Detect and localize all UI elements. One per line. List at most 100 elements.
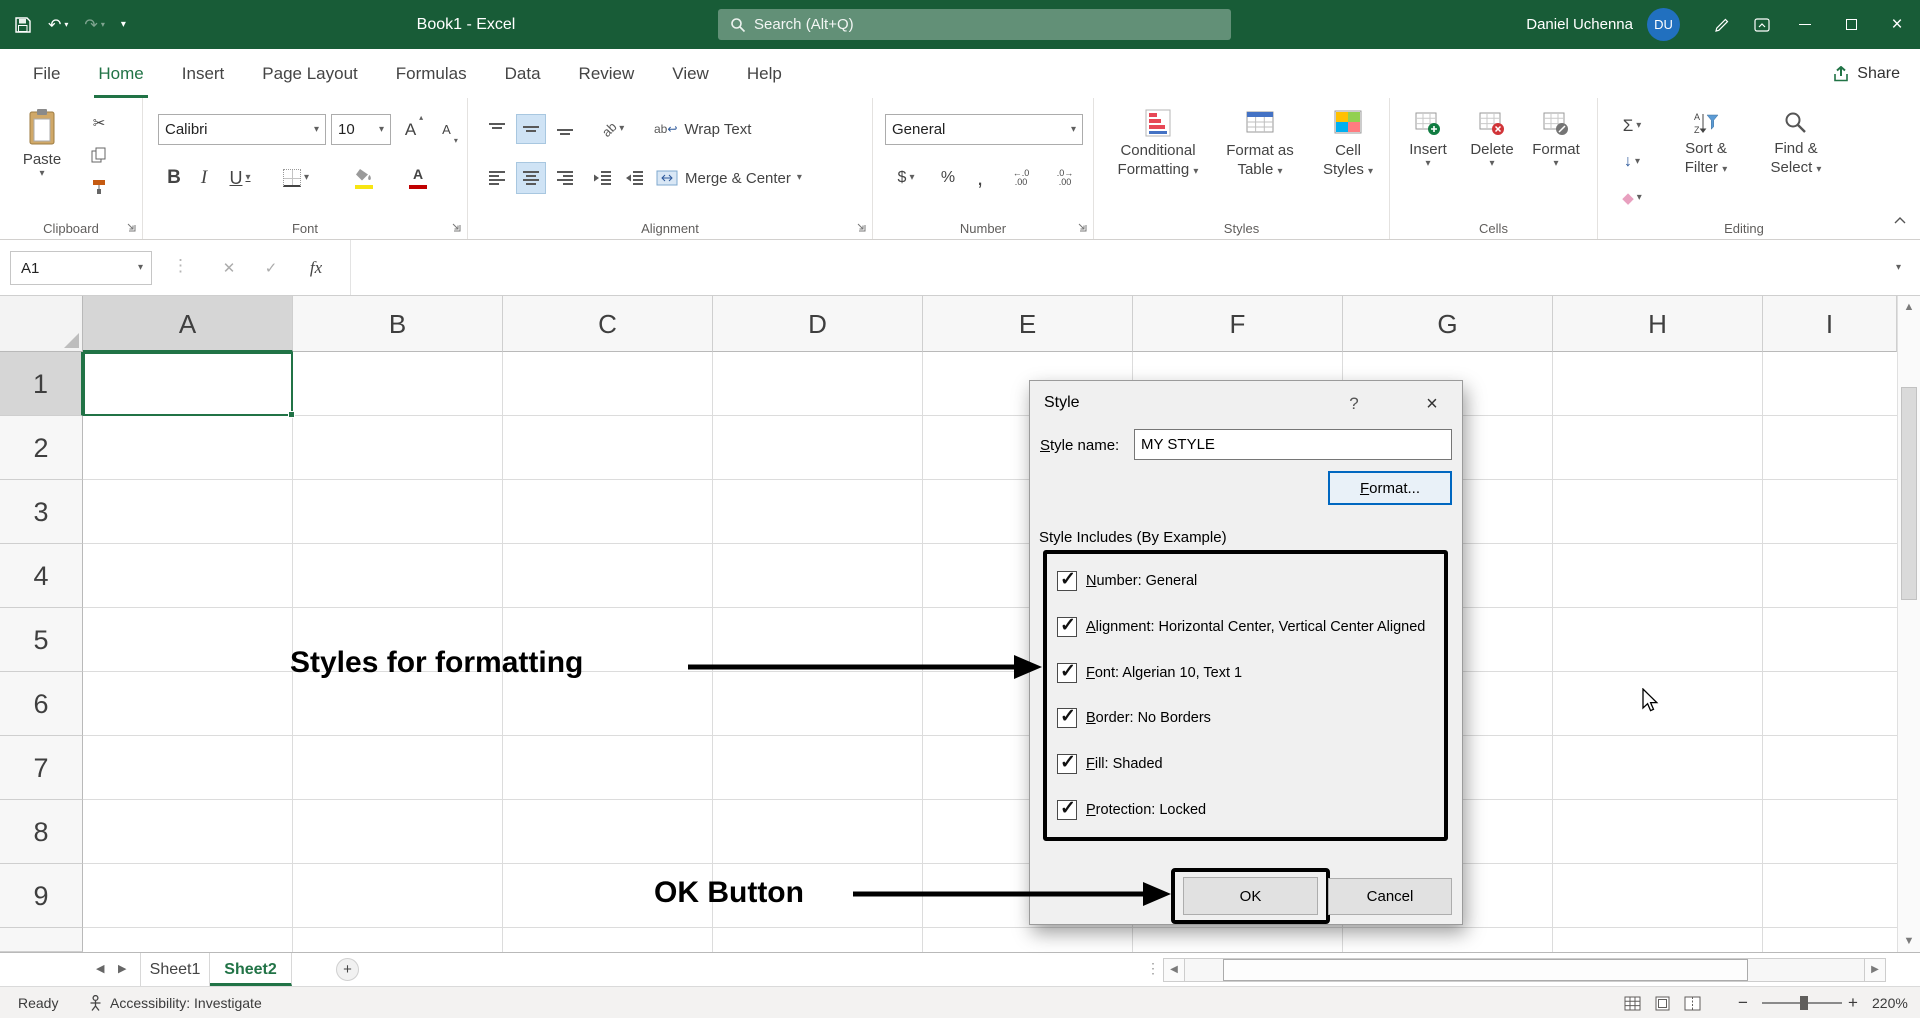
tab-home[interactable]: Home — [79, 49, 162, 98]
increase-indent-button[interactable] — [620, 162, 650, 194]
wrap-text-button[interactable]: ab↩Wrap Text — [654, 114, 751, 144]
ribbon-display-options-button[interactable] — [1742, 0, 1782, 49]
style-name-input[interactable] — [1134, 429, 1452, 460]
search-box[interactable] — [718, 9, 1231, 40]
format-as-table-button[interactable]: Format as Table ▾ — [1212, 108, 1308, 179]
scroll-right-button[interactable]: ▶ — [1864, 958, 1886, 982]
dialog-help-button[interactable]: ? — [1338, 389, 1370, 419]
sort-filter-button[interactable]: AZ Sort & Filter ▾ — [1668, 110, 1744, 177]
select-all-corner[interactable] — [0, 296, 83, 352]
tab-formulas[interactable]: Formulas — [377, 49, 486, 98]
page-layout-view-button[interactable] — [1648, 987, 1676, 1018]
delete-cells-button[interactable]: Delete ▾ — [1462, 110, 1522, 169]
format-cells-button[interactable]: Format ▾ — [1526, 110, 1586, 169]
zoom-slider-thumb[interactable] — [1800, 996, 1808, 1010]
row-header-5[interactable]: 5 — [0, 608, 83, 672]
vertical-scrollbar[interactable]: ▲ ▼ — [1897, 296, 1920, 952]
increase-font-size-button[interactable]: A▴ — [397, 114, 431, 145]
decrease-font-size-button[interactable]: A▾ — [433, 114, 467, 145]
protection-checkbox[interactable]: ✓ — [1057, 800, 1077, 820]
number-checkbox[interactable]: ✓ — [1057, 571, 1077, 591]
borders-button[interactable]: ▾ — [273, 162, 319, 194]
share-button[interactable]: Share — [1832, 49, 1900, 98]
find-select-button[interactable]: Find & Select ▾ — [1754, 110, 1838, 177]
align-left-button[interactable] — [482, 162, 512, 194]
tab-review[interactable]: Review — [560, 49, 654, 98]
tab-page-layout[interactable]: Page Layout — [243, 49, 376, 98]
clipboard-dialog-launcher[interactable] — [125, 220, 137, 232]
accounting-format-button[interactable]: $▾ — [887, 162, 925, 194]
insert-cells-button[interactable]: Insert ▾ — [1398, 110, 1458, 169]
row-header-4[interactable]: 4 — [0, 544, 83, 608]
minimize-button[interactable] — [1782, 0, 1828, 49]
fill-color-button[interactable] — [341, 162, 387, 194]
column-header-a[interactable]: A — [83, 296, 293, 352]
accessibility-status[interactable]: Accessibility: Investigate — [88, 987, 262, 1018]
tab-file[interactable]: File — [14, 49, 79, 98]
maximize-button[interactable] — [1828, 0, 1874, 49]
undo-button[interactable]: ↶▾ — [48, 15, 68, 35]
column-header-f[interactable]: F — [1133, 296, 1343, 352]
zoom-in-button[interactable]: + — [1848, 987, 1858, 1018]
italic-button[interactable]: I — [191, 162, 217, 194]
formula-enter-button[interactable]: ✓ — [254, 251, 288, 285]
bold-button[interactable]: B — [159, 162, 189, 194]
column-header-d[interactable]: D — [713, 296, 923, 352]
row-header-7[interactable]: 7 — [0, 736, 83, 800]
align-bottom-button[interactable] — [550, 114, 580, 144]
worksheet-grid[interactable] — [83, 352, 1897, 952]
sheet-nav-left-icon[interactable]: ◀ — [96, 962, 104, 975]
alignment-checkbox[interactable]: ✓ — [1057, 617, 1077, 637]
font-dialog-launcher[interactable] — [450, 220, 462, 232]
row-header-3[interactable]: 3 — [0, 480, 83, 544]
normal-view-button[interactable] — [1618, 987, 1646, 1018]
horizontal-scrollbar-track[interactable] — [1185, 958, 1864, 982]
decrease-decimal-button[interactable]: .0→.00 — [1045, 162, 1085, 194]
formula-input[interactable] — [350, 240, 1886, 295]
row-header-8[interactable]: 8 — [0, 800, 83, 864]
tab-insert[interactable]: Insert — [163, 49, 244, 98]
increase-decimal-button[interactable]: ←.0.00 — [1001, 162, 1041, 194]
tab-splitter-dots[interactable]: ⋮ — [1146, 960, 1160, 977]
scroll-up-button[interactable]: ▲ — [1898, 296, 1920, 318]
new-sheet-button[interactable]: + — [336, 958, 359, 981]
align-top-button[interactable] — [482, 114, 512, 144]
zoom-out-button[interactable]: − — [1738, 987, 1748, 1018]
copy-button[interactable] — [84, 142, 114, 168]
redo-button[interactable]: ↷▾ — [84, 15, 104, 35]
cell-styles-button[interactable]: Cell Styles ▾ — [1310, 108, 1386, 179]
decrease-indent-button[interactable] — [588, 162, 618, 194]
row-header-2[interactable]: 2 — [0, 416, 83, 480]
formula-bar-separator-dots[interactable]: ⋮ — [172, 256, 189, 276]
horizontal-scrollbar-thumb[interactable] — [1223, 959, 1748, 981]
font-family-combo[interactable]: Calibri▾ — [158, 114, 326, 145]
fill-handle[interactable] — [288, 411, 295, 418]
number-format-combo[interactable]: General▾ — [885, 114, 1083, 145]
search-input[interactable] — [754, 16, 1174, 33]
font-size-combo[interactable]: 10▾ — [331, 114, 391, 145]
font-checkbox[interactable]: ✓ — [1057, 663, 1077, 683]
insert-function-button[interactable]: fx — [298, 251, 334, 285]
percent-style-button[interactable]: % — [933, 162, 963, 194]
tab-help[interactable]: Help — [728, 49, 801, 98]
font-color-button[interactable]: A — [395, 162, 441, 194]
column-header-g[interactable]: G — [1343, 296, 1553, 352]
page-break-preview-button[interactable] — [1678, 987, 1706, 1018]
format-painter-button[interactable] — [84, 174, 114, 200]
underline-button[interactable]: U▾ — [219, 162, 261, 194]
row-header-9[interactable]: 9 — [0, 864, 83, 928]
tab-view[interactable]: View — [653, 49, 728, 98]
cut-button[interactable]: ✂ — [84, 110, 114, 136]
sheet-nav-right-icon[interactable]: ▶ — [118, 962, 126, 975]
collapse-ribbon-button[interactable] — [1888, 208, 1912, 232]
row-header-6[interactable]: 6 — [0, 672, 83, 736]
align-middle-button[interactable] — [516, 114, 546, 144]
ink-pen-button[interactable] — [1702, 0, 1742, 49]
column-header-c[interactable]: C — [503, 296, 713, 352]
border-checkbox[interactable]: ✓ — [1057, 708, 1077, 728]
sheet-tab-sheet2[interactable]: Sheet2 — [210, 953, 292, 986]
align-center-button[interactable] — [516, 162, 546, 194]
number-dialog-launcher[interactable] — [1076, 220, 1088, 232]
column-header-b[interactable]: B — [293, 296, 503, 352]
paste-button[interactable]: Paste ▾ — [10, 108, 74, 179]
